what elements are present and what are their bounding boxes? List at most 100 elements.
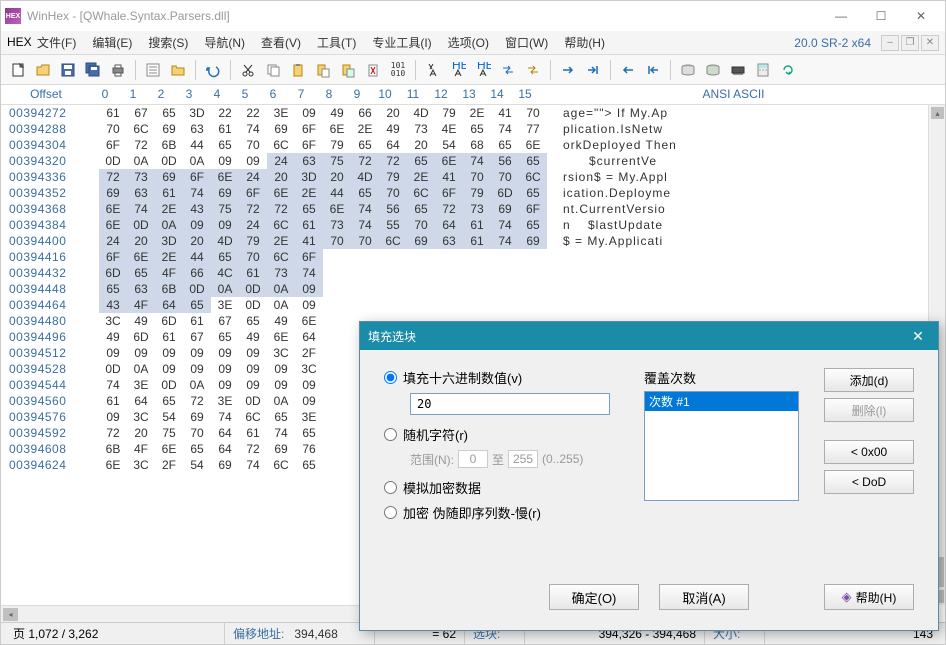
byte-cell[interactable]: 61 <box>463 217 491 233</box>
ascii-cell[interactable] <box>323 313 339 329</box>
byte-cell[interactable]: 65 <box>351 185 379 201</box>
byte-cell[interactable]: 6F <box>435 185 463 201</box>
byte-cell[interactable]: 72 <box>239 441 267 457</box>
menu-item[interactable]: 文件(F) <box>29 33 84 53</box>
byte-cell[interactable]: 61 <box>239 425 267 441</box>
pass-item-1[interactable]: 次数 #1 <box>645 392 798 411</box>
radio-random[interactable] <box>384 428 397 441</box>
menu-item[interactable]: 选项(O) <box>440 33 497 53</box>
byte-cell[interactable]: 4F <box>127 297 155 313</box>
byte-cell[interactable]: 66 <box>183 265 211 281</box>
byte-cell[interactable]: 73 <box>463 201 491 217</box>
byte-cell[interactable]: 24 <box>239 169 267 185</box>
byte-cell[interactable]: 0A <box>127 153 155 169</box>
byte-cell[interactable]: 6C <box>519 169 547 185</box>
byte-cell[interactable]: 68 <box>463 137 491 153</box>
byte-cell[interactable]: 6C <box>267 137 295 153</box>
byte-cell[interactable]: 09 <box>183 361 211 377</box>
byte-cell[interactable]: 6E <box>99 457 127 473</box>
byte-cell[interactable]: 3C <box>267 345 295 361</box>
byte-cell[interactable]: 6F <box>99 137 127 153</box>
byte-cell[interactable]: 74 <box>491 121 519 137</box>
hex-row[interactable]: 00394288706C69636174696F6E2E49734E657477… <box>1 121 945 137</box>
byte-cell[interactable]: 20 <box>379 105 407 121</box>
dialog-titlebar[interactable]: 填充选块 ✕ <box>360 322 938 350</box>
byte-cell[interactable]: 2E <box>155 249 183 265</box>
byte-cell[interactable]: 65 <box>183 441 211 457</box>
scroll-up-icon[interactable]: ▴ <box>931 107 944 119</box>
goto-icon[interactable] <box>522 59 544 81</box>
byte-cell[interactable]: 6E <box>323 121 351 137</box>
byte-cell[interactable]: 24 <box>99 233 127 249</box>
byte-cell[interactable]: 4F <box>155 265 183 281</box>
byte-cell[interactable]: 3C <box>99 313 127 329</box>
byte-cell[interactable]: 6C <box>127 121 155 137</box>
byte-cell[interactable]: 4C <box>211 265 239 281</box>
byte-cell[interactable]: 3E <box>211 297 239 313</box>
byte-cell[interactable]: 6B <box>155 281 183 297</box>
hex-row[interactable]: 0039435269636174696F6E2E4465706C6F796D65… <box>1 185 945 201</box>
byte-cell[interactable]: 69 <box>491 201 519 217</box>
byte-cell[interactable]: 54 <box>435 137 463 153</box>
byte-cell[interactable]: 09 <box>267 377 295 393</box>
byte-cell[interactable]: 22 <box>239 105 267 121</box>
byte-cell[interactable]: 64 <box>435 217 463 233</box>
byte-cell[interactable]: 6F <box>519 201 547 217</box>
help-button[interactable]: ◈ 帮助(H) <box>824 584 914 610</box>
byte-cell[interactable]: 65 <box>211 329 239 345</box>
byte-cell[interactable]: 20 <box>323 169 351 185</box>
byte-cell[interactable]: 09 <box>295 393 323 409</box>
byte-cell[interactable]: 64 <box>379 137 407 153</box>
byte-cell[interactable]: 20 <box>267 169 295 185</box>
paste-icon[interactable] <box>312 59 334 81</box>
save-all-icon[interactable] <box>82 59 104 81</box>
byte-cell[interactable]: 65 <box>351 137 379 153</box>
ascii-cell[interactable]: $currentVe <box>547 153 657 169</box>
byte-cell[interactable]: 61 <box>99 393 127 409</box>
byte-cell[interactable]: 3C <box>295 361 323 377</box>
save-icon[interactable] <box>57 59 79 81</box>
byte-cell[interactable]: 0A <box>183 153 211 169</box>
ascii-cell[interactable]: nt.CurrentVersio <box>547 201 666 217</box>
byte-cell[interactable]: 65 <box>211 249 239 265</box>
byte-cell[interactable]: 09 <box>211 345 239 361</box>
byte-cell[interactable]: 79 <box>239 233 267 249</box>
cancel-button[interactable]: 取消(A) <box>659 584 749 610</box>
byte-cell[interactable]: 09 <box>239 377 267 393</box>
ascii-cell[interactable] <box>323 457 339 473</box>
byte-cell[interactable]: 09 <box>155 361 183 377</box>
ascii-cell[interactable] <box>323 441 339 457</box>
byte-cell[interactable]: 65 <box>295 201 323 217</box>
byte-cell[interactable]: 70 <box>183 425 211 441</box>
byte-cell[interactable]: 09 <box>183 345 211 361</box>
byte-cell[interactable]: 77 <box>519 121 547 137</box>
hex-row[interactable]: 003944166F6E2E4465706C6F <box>1 249 945 265</box>
menu-item[interactable]: 导航(N) <box>196 33 253 53</box>
byte-cell[interactable]: 20 <box>127 233 155 249</box>
byte-cell[interactable]: 70 <box>351 233 379 249</box>
disk2-icon[interactable] <box>702 59 724 81</box>
nav-back-icon[interactable] <box>617 59 639 81</box>
byte-cell[interactable]: 2E <box>463 105 491 121</box>
byte-cell[interactable]: 0D <box>155 377 183 393</box>
byte-cell[interactable]: 41 <box>295 233 323 249</box>
byte-cell[interactable]: 74 <box>295 265 323 281</box>
byte-cell[interactable]: 69 <box>155 121 183 137</box>
byte-cell[interactable]: 20 <box>407 137 435 153</box>
menu-item[interactable]: 专业工具(I) <box>364 33 439 53</box>
byte-cell[interactable]: 2E <box>155 201 183 217</box>
passes-list[interactable]: 次数 #1 <box>644 391 799 501</box>
byte-cell[interactable]: 69 <box>407 233 435 249</box>
cut-icon[interactable] <box>237 59 259 81</box>
byte-cell[interactable]: 6C <box>267 217 295 233</box>
print-icon[interactable] <box>107 59 129 81</box>
byte-cell[interactable]: 6B <box>155 137 183 153</box>
menu-item[interactable]: 窗口(W) <box>497 33 556 53</box>
byte-cell[interactable]: 43 <box>99 297 127 313</box>
byte-cell[interactable]: 0A <box>267 281 295 297</box>
ascii-cell[interactable]: ication.Deployme <box>547 185 671 201</box>
byte-cell[interactable]: 09 <box>183 217 211 233</box>
ascii-cell[interactable]: n $lastUpdate <box>547 217 663 233</box>
byte-cell[interactable]: 0A <box>267 393 295 409</box>
byte-cell[interactable]: 6E <box>127 249 155 265</box>
